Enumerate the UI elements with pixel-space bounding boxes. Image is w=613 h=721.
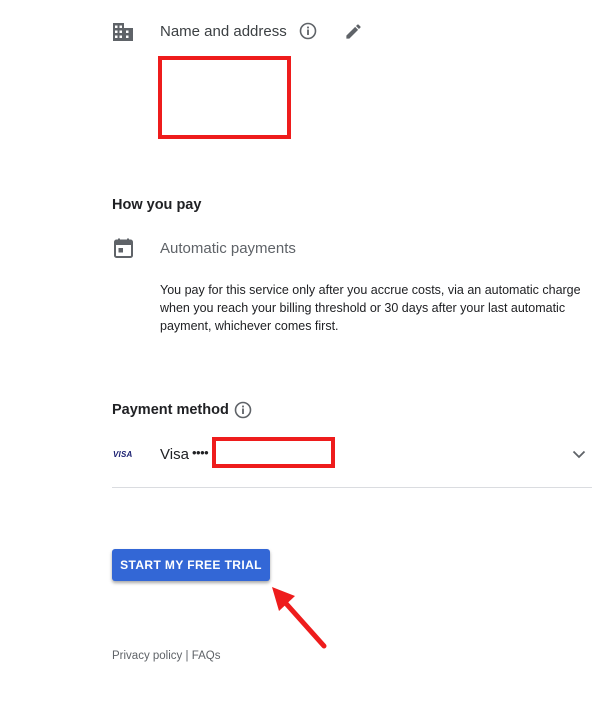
visa-logo: VISA <box>113 450 133 459</box>
calendar-icon <box>114 238 133 258</box>
faqs-link[interactable]: FAQs <box>192 650 221 662</box>
automatic-payments-title: Automatic payments <box>160 240 296 257</box>
info-icon[interactable] <box>299 22 317 40</box>
footer-separator: | <box>185 650 189 662</box>
info-icon[interactable] <box>234 401 252 419</box>
automatic-payments-description: You pay for this service only after you … <box>160 283 581 333</box>
privacy-policy-link[interactable]: Privacy policy <box>112 650 182 662</box>
payment-divider <box>112 487 592 488</box>
name-address-label: Name and address <box>160 23 287 40</box>
card-brand-label: Visa <box>160 446 189 463</box>
red-arrow-annotation <box>272 587 327 649</box>
chevron-down-icon[interactable] <box>572 450 586 459</box>
edit-pencil-icon[interactable] <box>344 22 363 41</box>
start-free-trial-button[interactable]: START MY FREE TRIAL <box>112 549 270 581</box>
redacted-address-annotation <box>158 56 291 139</box>
redacted-card-annotation <box>212 437 335 468</box>
card-number-mask: •••• <box>192 445 209 460</box>
how-you-pay-heading: How you pay <box>112 197 202 213</box>
building-icon <box>113 23 133 41</box>
payment-method-heading: Payment method <box>112 402 229 418</box>
footer-links: Privacy policy | FAQs <box>112 650 220 662</box>
